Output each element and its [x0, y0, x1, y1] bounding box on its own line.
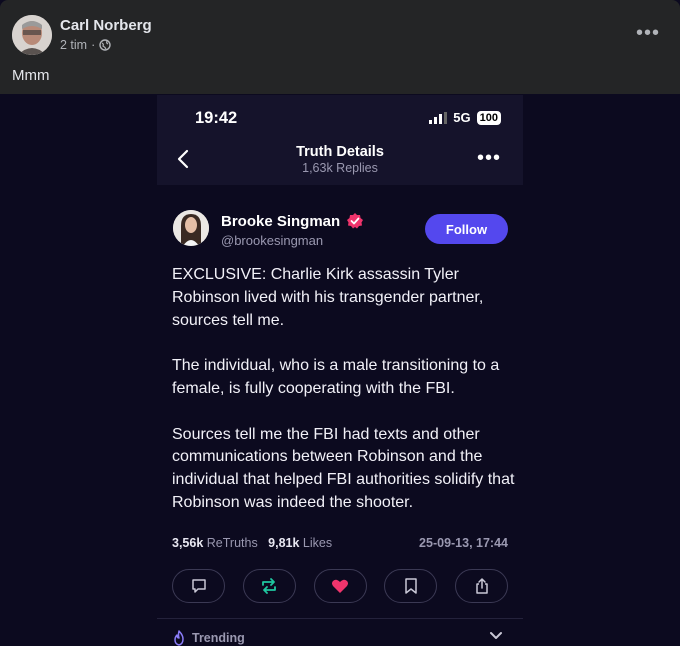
- truth-social-screenshot: 19:42 5G 100 Truth Details 1,63k Replies…: [157, 95, 523, 646]
- flame-icon: [174, 630, 184, 646]
- retruth-button[interactable]: [242, 569, 296, 603]
- trending-section[interactable]: Trending: [172, 630, 245, 646]
- trending-label: Trending: [192, 631, 245, 645]
- likes-label[interactable]: Likes: [303, 536, 332, 550]
- poster-handle[interactable]: @brookesingman: [221, 233, 323, 248]
- poster-avatar[interactable]: [173, 210, 209, 246]
- retruths-count[interactable]: 3,56k: [172, 536, 203, 550]
- chevron-down-icon[interactable]: [489, 631, 503, 641]
- post-body: EXCLUSIVE: Charlie Kirk assassin Tyler R…: [172, 264, 517, 538]
- share-button[interactable]: [455, 569, 508, 603]
- page-title: Truth Details: [296, 144, 384, 160]
- poster-name-row: Brooke Singman: [221, 212, 364, 230]
- comment-icon: [191, 579, 206, 593]
- post-stats: 3,56k ReTruths 9,81k Likes 25-09-13, 17:…: [172, 536, 508, 550]
- verified-badge-icon: [347, 213, 364, 229]
- post-date: 25-09-13, 17:44: [419, 536, 508, 550]
- action-bar: [172, 569, 508, 603]
- post-meta: 2 tim ·: [60, 38, 111, 52]
- reply-button[interactable]: [172, 569, 225, 603]
- post-paragraph: Sources tell me the FBI had texts and ot…: [172, 425, 515, 511]
- divider: [157, 618, 523, 619]
- retruths-label[interactable]: ReTruths: [207, 536, 258, 550]
- like-button[interactable]: [313, 569, 367, 603]
- facebook-post-header: Carl Norberg 2 tim · ••• Mmm: [0, 0, 680, 94]
- battery-icon: 100: [476, 110, 501, 125]
- heart-icon: [332, 579, 348, 593]
- globe-icon: [99, 39, 111, 51]
- post-time[interactable]: 2 tim: [60, 38, 87, 52]
- replies-count: 1,63k Replies: [302, 161, 378, 175]
- follow-button[interactable]: Follow: [425, 214, 508, 244]
- meta-separator: ·: [91, 38, 96, 52]
- poster-name[interactable]: Brooke Singman: [221, 213, 340, 230]
- likes-count[interactable]: 9,81k: [268, 536, 299, 550]
- post-options-icon[interactable]: •••: [636, 22, 660, 45]
- more-options-icon[interactable]: •••: [477, 147, 501, 170]
- author-avatar[interactable]: [12, 15, 52, 55]
- app-top-bar: 19:42 5G 100 Truth Details 1,63k Replies…: [157, 95, 523, 185]
- network-label: 5G: [453, 110, 471, 125]
- post-paragraph: The individual, who is a male transition…: [172, 357, 500, 397]
- post-paragraph: EXCLUSIVE: Charlie Kirk assassin Tyler R…: [172, 266, 484, 329]
- status-indicators: 5G 100: [429, 110, 501, 125]
- author-name[interactable]: Carl Norberg: [60, 17, 152, 34]
- bookmark-button[interactable]: [384, 569, 438, 603]
- bookmark-icon: [405, 578, 417, 594]
- signal-icon: [429, 111, 448, 124]
- share-icon: [475, 578, 488, 594]
- status-time: 19:42: [195, 109, 238, 127]
- post-caption: Mmm: [12, 67, 50, 84]
- retruth-icon: [262, 578, 277, 594]
